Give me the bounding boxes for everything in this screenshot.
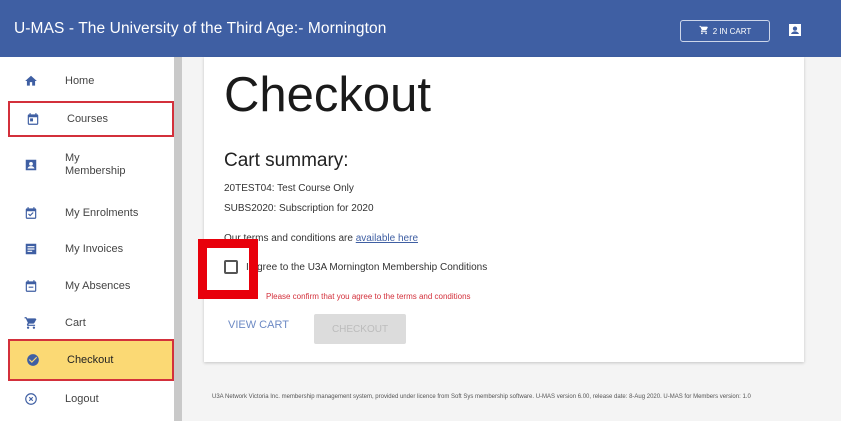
cart-button[interactable]: 2 IN CART [680,20,770,42]
sidebar-item-label: Logout [65,392,99,405]
home-icon [24,74,38,88]
annotation-highlight [198,239,258,299]
invoice-icon [24,242,38,256]
cart-button-label: 2 IN CART [712,26,752,36]
check-circle-icon [26,353,40,367]
sidebar-item-absences[interactable]: My Absences [8,268,174,304]
view-cart-button[interactable]: VIEW CART [228,319,289,331]
logout-icon [24,392,38,406]
sidebar-item-label: My Enrolments [65,206,139,219]
sidebar-item-cart[interactable]: Cart [8,305,174,341]
terms-link[interactable]: available here [356,233,418,244]
footer-text: U3A Network Victoria Inc. membership man… [212,394,751,400]
sidebar-item-label: Checkout [67,353,114,366]
sidebar-item-label: My Invoices [65,242,124,255]
calendar-icon [26,112,40,126]
cart-icon [699,25,709,37]
sidebar-item-home[interactable]: Home [8,63,174,99]
sidebar-item-label: Cart [65,316,86,329]
cart-summary-heading: Cart summary: [224,150,349,171]
sidebar-item-logout[interactable]: Logout [8,381,174,417]
agree-error: Please confirm that you agree to the ter… [266,292,471,301]
sidebar-item-invoices[interactable]: My Invoices [8,231,174,267]
checkout-card: Checkout Cart summary: 20TEST04: Test Co… [204,57,804,362]
account-icon[interactable] [787,22,803,38]
sidebar-item-label: My Absences [65,279,131,292]
cart-icon [24,316,38,330]
page-title: Checkout [224,68,432,122]
sidebar: Home Courses My Membership My Enrolments… [0,57,182,421]
agree-label: I agree to the U3A Mornington Membership… [246,261,488,273]
sidebar-item-label: Courses [67,112,108,125]
cart-line-item: 20TEST04: Test Course Only [224,183,354,194]
calendar-minus-icon [24,279,38,293]
sidebar-scrollbar[interactable] [174,57,182,421]
cart-line-item: SUBS2020: Subscription for 2020 [224,203,374,214]
checkbox-calendar-icon [24,206,38,220]
main-content: Checkout Cart summary: 20TEST04: Test Co… [182,57,841,421]
badge-icon [24,158,38,172]
sidebar-item-courses[interactable]: Courses [8,101,174,137]
sidebar-item-label: My Membership [65,152,126,177]
checkout-button[interactable]: CHECKOUT [314,314,406,344]
sidebar-item-label: Home [65,74,95,87]
agree-row: I agree to the U3A Mornington Membership… [224,260,487,274]
app-header: U-MAS - The University of the Third Age:… [0,0,841,57]
sidebar-item-checkout[interactable]: Checkout [8,339,174,381]
sidebar-item-membership[interactable]: My Membership [8,147,174,183]
sidebar-item-enrolments[interactable]: My Enrolments [8,195,174,231]
app-title: U-MAS - The University of the Third Age:… [14,20,387,37]
